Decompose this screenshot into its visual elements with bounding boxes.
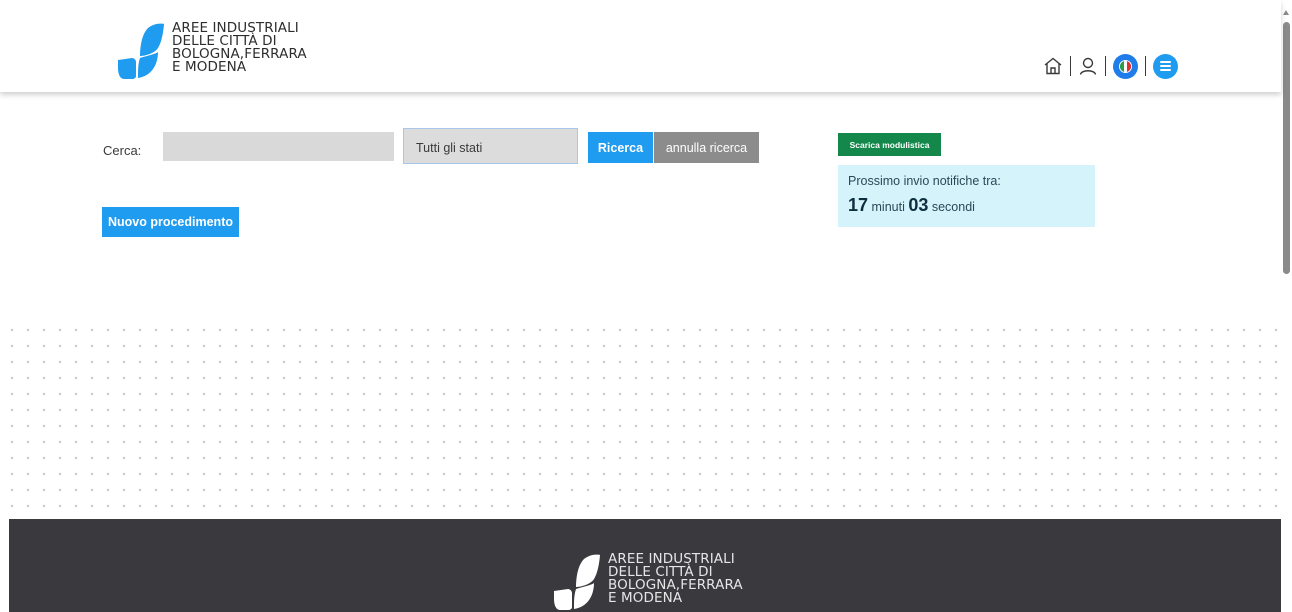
new-procedure-button[interactable]: Nuovo procedimento <box>102 207 239 237</box>
dotted-pattern <box>0 318 1281 518</box>
search-button[interactable]: Ricerca <box>588 132 653 163</box>
footer-logo: AREE INDUSTRIALI DELLE CITTÀ DI BOLOGNA,… <box>552 551 772 611</box>
divider <box>1105 56 1106 76</box>
countdown: 17 minuti 03 secondi <box>848 195 1095 216</box>
site-header: AREE INDUSTRIALI DELLE CITTÀ DI BOLOGNA,… <box>0 0 1281 92</box>
leaf-logo-icon <box>118 23 164 79</box>
divider <box>1070 56 1071 76</box>
logo-text: AREE INDUSTRIALI DELLE CITTÀ DI BOLOGNA,… <box>172 21 307 75</box>
divider <box>1145 56 1146 76</box>
notification-countdown: Prossimo invio notifiche tra: 17 minuti … <box>838 165 1095 227</box>
site-footer: AREE INDUSTRIALI DELLE CITTÀ DI BOLOGNA,… <box>9 519 1281 612</box>
leaf-logo-icon <box>554 554 600 610</box>
countdown-minutes: 17 <box>848 195 869 215</box>
search-input[interactable] <box>163 132 394 161</box>
home-icon[interactable] <box>1043 53 1063 79</box>
user-icon[interactable] <box>1078 53 1098 79</box>
countdown-seconds: 03 <box>908 195 929 215</box>
menu-icon[interactable] <box>1153 53 1178 79</box>
download-forms-button[interactable]: Scarica modulistica <box>838 133 941 156</box>
logo-line-4: E MODENA <box>172 59 247 75</box>
header-toolbar <box>1043 53 1178 79</box>
seconds-label: secondi <box>931 200 975 214</box>
footer-logo-line-4: E MODENA <box>608 590 683 606</box>
site-logo[interactable]: AREE INDUSTRIALI DELLE CITTÀ DI BOLOGNA,… <box>116 20 336 80</box>
cancel-search-button[interactable]: annulla ricerca <box>654 132 759 163</box>
page: AREE INDUSTRIALI DELLE CITTÀ DI BOLOGNA,… <box>0 0 1292 612</box>
minutes-label: minuti <box>871 200 905 214</box>
scrollbar-thumb[interactable] <box>1283 22 1290 274</box>
footer-logo-text: AREE INDUSTRIALI DELLE CITTÀ DI BOLOGNA,… <box>608 552 743 606</box>
vertical-scrollbar[interactable] <box>1281 0 1292 612</box>
language-flag-icon[interactable] <box>1113 53 1138 79</box>
search-label: Cerca: <box>103 143 142 158</box>
scroll-up-arrow-icon[interactable] <box>1283 10 1289 15</box>
notification-title: Prossimo invio notifiche tra: <box>848 174 1001 188</box>
status-select[interactable]: Tutti gli stati <box>403 128 578 164</box>
